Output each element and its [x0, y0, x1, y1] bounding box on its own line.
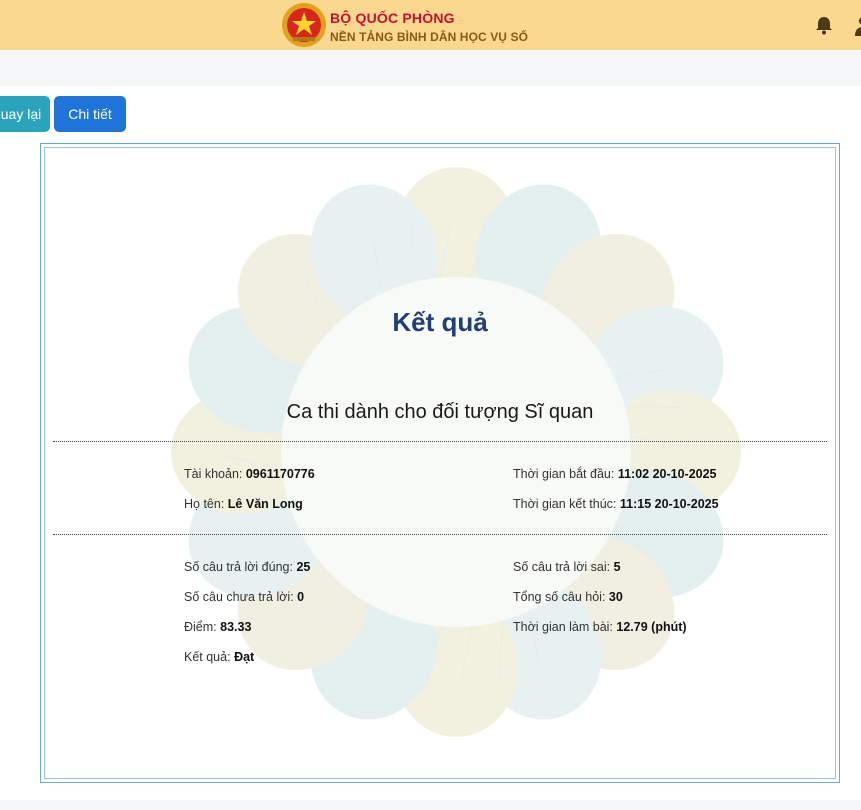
unanswered-count-value: 0 [297, 590, 305, 604]
brand-title: BỘ QUỐC PHÒNG [330, 10, 455, 26]
name-value: Lê Văn Long [227, 497, 303, 511]
account-label: Tài khoản: [184, 467, 243, 481]
emblem-icon [282, 3, 326, 47]
correct-count-label: Số câu trả lời đúng: [184, 560, 293, 574]
end-time-field: Thời gian kết thúc: 11:15 20-10-2025 [513, 497, 719, 511]
score-value: 83.33 [220, 620, 252, 634]
back-button[interactable]: uay lại [0, 96, 50, 132]
account-value: 0961170776 [245, 467, 315, 481]
user-icon[interactable] [853, 16, 861, 36]
name-field: Họ tên: Lê Văn Long [184, 497, 303, 511]
start-time-field: Thời gian bắt đầu: 11:02 20-10-2025 [513, 467, 717, 481]
outcome-value: Đạt [234, 650, 255, 664]
detail-button[interactable]: Chi tiết [54, 96, 126, 132]
start-time-label: Thời gian bắt đầu: [513, 467, 615, 481]
unanswered-count-label: Số câu chưa trả lời: [184, 590, 294, 604]
end-time-value: 11:15 20-10-2025 [619, 497, 719, 511]
total-questions-value: 30 [608, 590, 623, 604]
duration-label: Thời gian làm bài: [513, 620, 613, 634]
wrong-count-label: Số câu trả lời sai: [513, 560, 611, 574]
exam-title: Ca thi dành cho đối tượng Sĩ quan [286, 401, 594, 423]
total-questions-label: Tổng số câu hỏi: [513, 590, 606, 604]
footer-strip [0, 800, 861, 810]
result-certificate: Kết quả Ca thi dành cho đối tượng Sĩ qua… [40, 143, 840, 783]
name-label: Họ tên: [184, 497, 225, 511]
divider [53, 534, 827, 535]
correct-count-field: Số câu trả lời đúng: 25 [184, 560, 310, 574]
score-field: Điểm: 83.33 [184, 620, 251, 634]
duration-value: 12.79 (phút) [616, 620, 687, 634]
wrong-count-value: 5 [613, 560, 621, 574]
account-field: Tài khoản: 0961170776 [184, 467, 315, 481]
bell-icon[interactable] [813, 14, 835, 36]
end-time-label: Thời gian kết thúc: [513, 497, 617, 511]
unanswered-count-field: Số câu chưa trả lời: 0 [184, 590, 304, 604]
result-heading: Kết quả [392, 307, 488, 337]
sub-header-strip [0, 50, 861, 86]
outcome-label: Kết quả: [184, 650, 231, 664]
total-questions-field: Tổng số câu hỏi: 30 [513, 590, 623, 604]
correct-count-value: 25 [296, 560, 311, 574]
start-time-value: 11:02 20-10-2025 [617, 467, 717, 481]
score-label: Điểm: [184, 620, 217, 634]
wrong-count-field: Số câu trả lời sai: 5 [513, 560, 621, 574]
divider [53, 441, 827, 442]
top-header: BỘ QUỐC PHÒNG NỀN TẢNG BÌNH DÂN HỌC VỤ S… [0, 0, 861, 50]
brand-subtitle: NỀN TẢNG BÌNH DÂN HỌC VỤ SỐ [330, 30, 529, 44]
duration-field: Thời gian làm bài: 12.79 (phút) [513, 620, 687, 634]
outcome-field: Kết quả: Đạt [184, 650, 254, 664]
